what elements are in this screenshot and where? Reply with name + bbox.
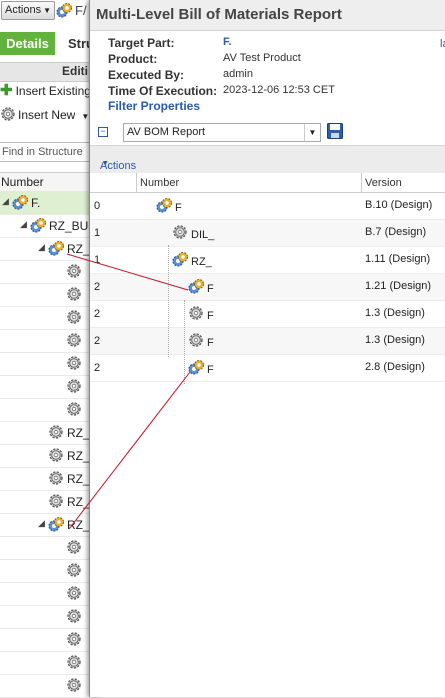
annotation-lines bbox=[66, 253, 191, 530]
annotation-line bbox=[66, 253, 189, 291]
annotation-line bbox=[68, 371, 191, 530]
